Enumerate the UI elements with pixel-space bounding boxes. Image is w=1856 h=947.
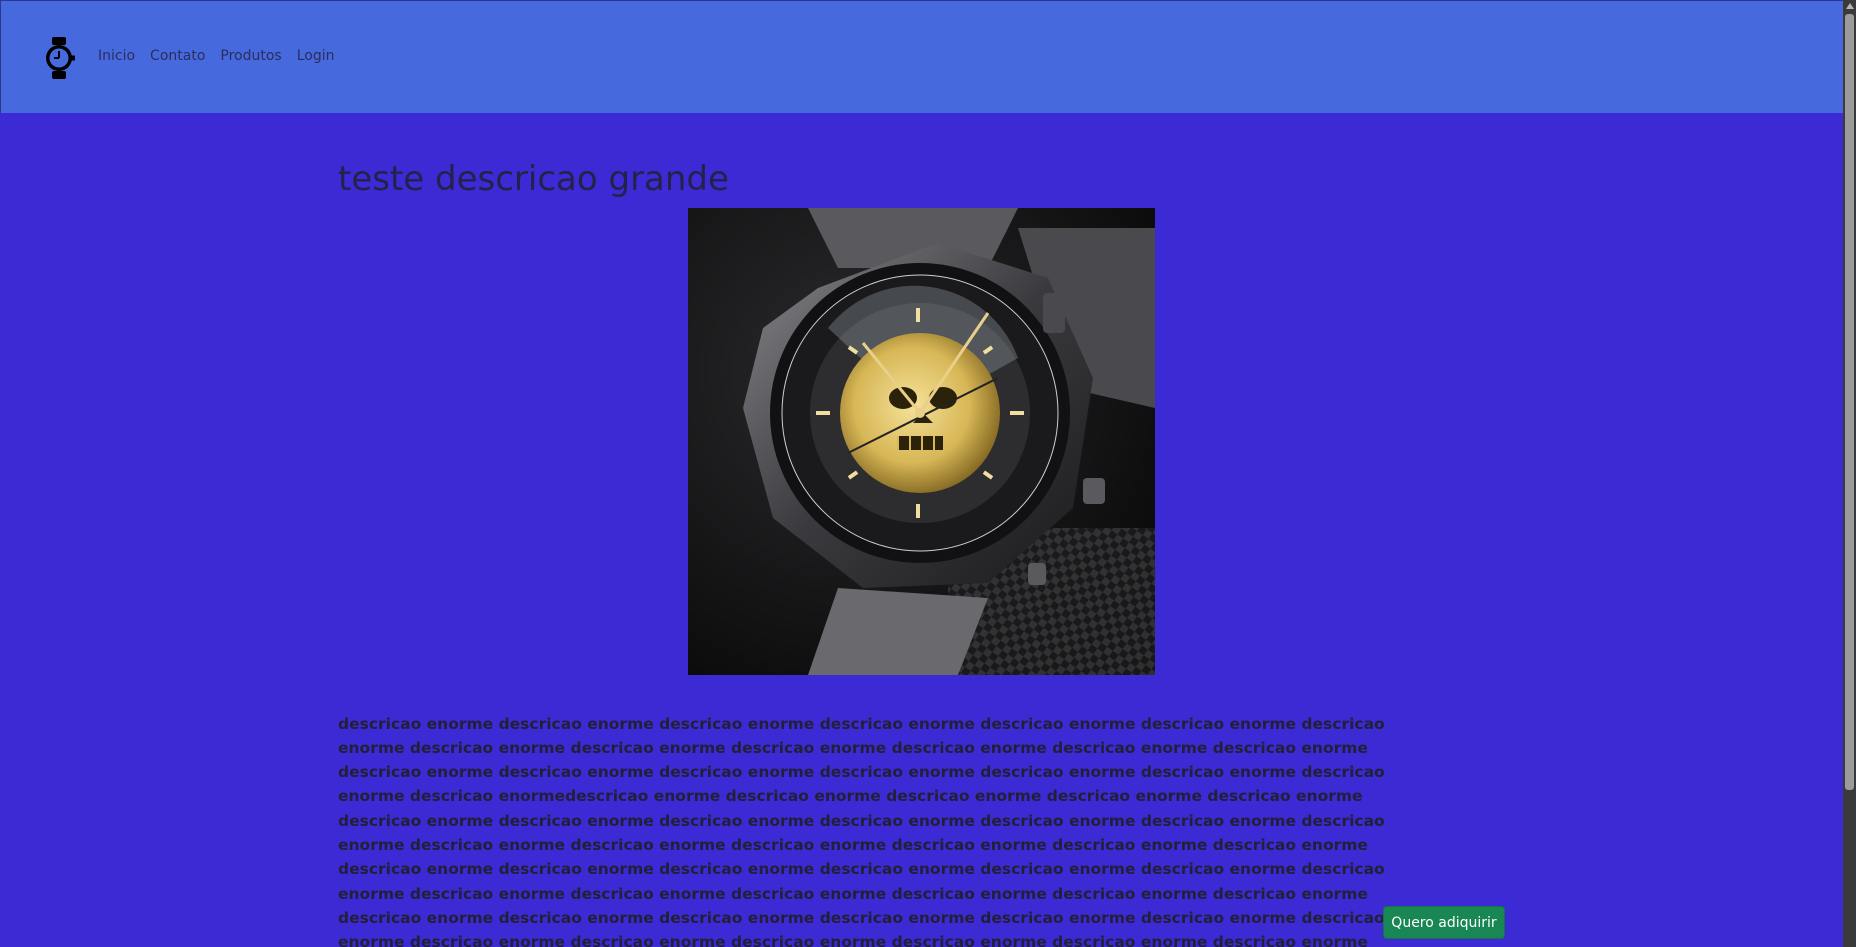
page: Inicio Contato Produtos Login teste desc… <box>0 0 1856 947</box>
scroll-up-icon[interactable] <box>1846 3 1854 9</box>
nav-link-produtos[interactable]: Produtos <box>220 48 281 64</box>
watch-photo <box>688 208 1155 675</box>
nav-link-contato[interactable]: Contato <box>150 48 205 64</box>
nav-links: Inicio Contato Produtos Login <box>98 48 335 64</box>
nav-link-inicio[interactable]: Inicio <box>98 48 135 64</box>
buy-button[interactable]: Quero adiquirir <box>1383 906 1505 939</box>
product-image <box>688 208 1155 675</box>
vertical-scrollbar[interactable] <box>1843 0 1856 947</box>
nav-link-login[interactable]: Login <box>297 48 335 64</box>
product-description: descricao enorme descricao enorme descri… <box>338 714 1385 947</box>
product-detail: teste descricao grande descricao enorme … <box>338 155 1458 947</box>
top-navbar: Inicio Contato Produtos Login <box>0 0 1843 113</box>
product-title: teste descricao grande <box>338 159 729 199</box>
scroll-thumb[interactable] <box>1845 14 1854 790</box>
brand-logo[interactable] <box>42 37 76 79</box>
wristwatch-icon <box>46 37 75 79</box>
